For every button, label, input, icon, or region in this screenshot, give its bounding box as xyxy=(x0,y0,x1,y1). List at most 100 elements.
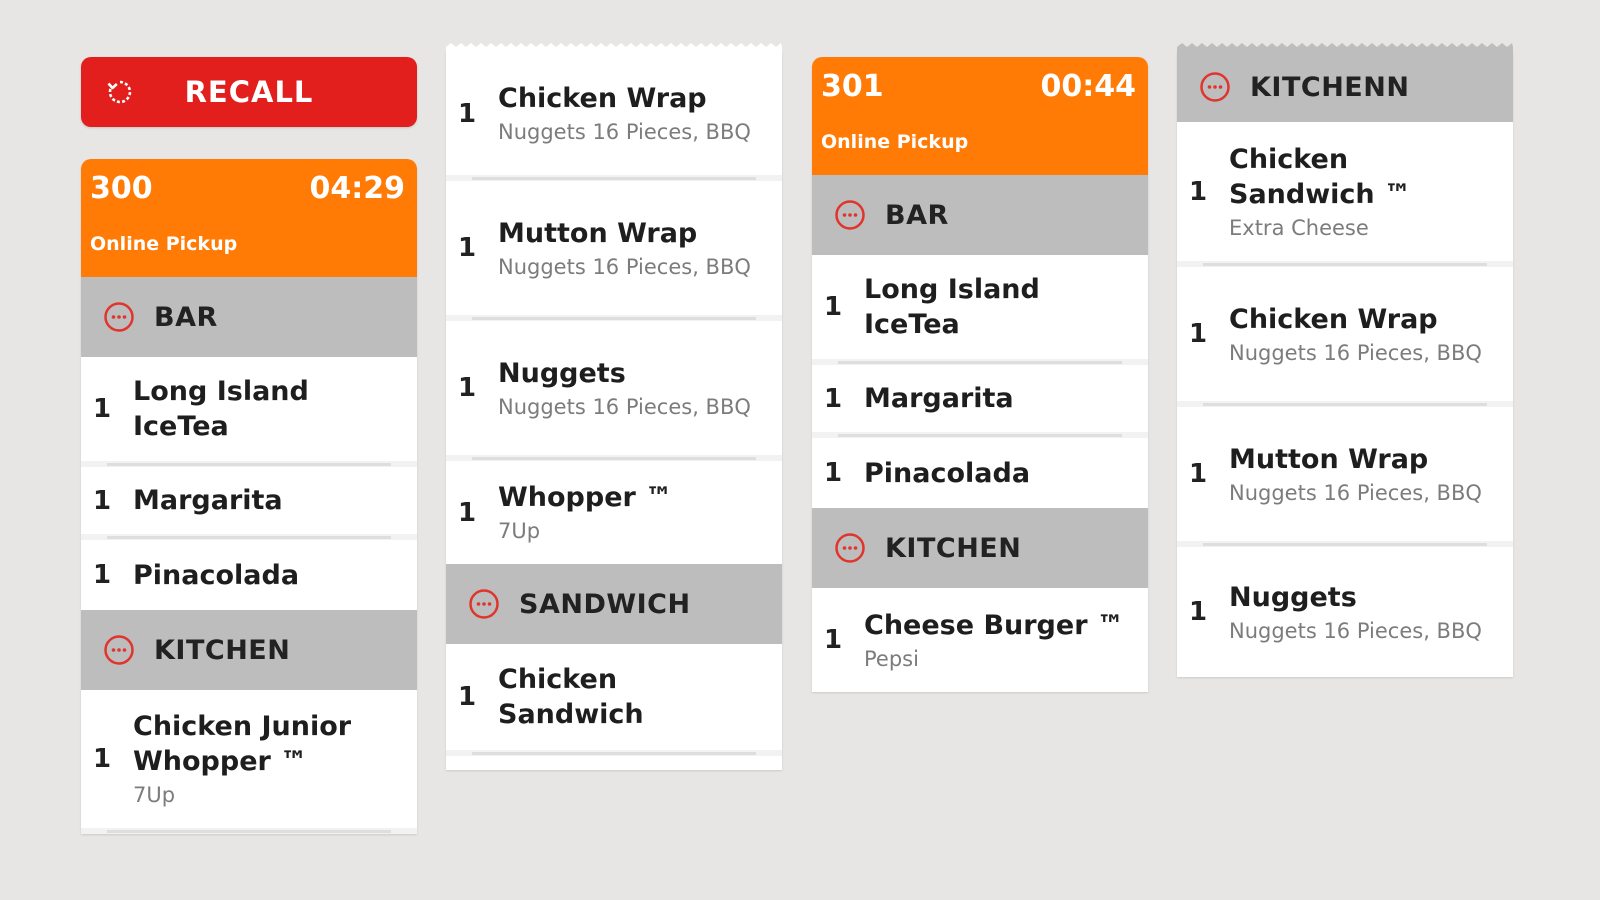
item-name: Mutton Wrap xyxy=(498,217,698,249)
torn-edge-top xyxy=(1177,43,1513,52)
item-name: Chicken Wrap xyxy=(1229,303,1438,335)
item-qty: 1 xyxy=(1189,176,1208,207)
item-name: Nuggets xyxy=(1229,581,1357,613)
item-name: Margarita xyxy=(133,485,283,516)
item-name: Whopper ™ xyxy=(498,482,673,513)
more-dots-circle-icon xyxy=(835,200,865,230)
item-modifier: Nuggets 16 Pieces, BBQ xyxy=(498,120,751,144)
list-item[interactable]: 1 Nuggets Nuggets 16 Pieces, BBQ xyxy=(446,321,782,455)
item-name: Pinacolada xyxy=(133,559,300,591)
section-header-kitchen[interactable]: KITCHENN xyxy=(1177,52,1513,122)
recall-button[interactable]: RECALL xyxy=(81,57,417,127)
item-qty: 1 xyxy=(93,744,112,774)
list-item[interactable]: 1 Nuggets Nuggets 16 Pieces, BBQ xyxy=(1177,547,1513,677)
list-item[interactable]: 1 Margarita xyxy=(812,365,1148,432)
column-3: 301 00:44 Online Pickup BAR 1 Long Islan… xyxy=(812,57,1148,692)
list-item[interactable]: 1 Long Island IceTea xyxy=(81,357,417,461)
order-type: Online Pickup xyxy=(821,131,969,153)
list-item[interactable]: 1 Chicken Junior Whopper ™ 7Up xyxy=(81,690,417,828)
list-item[interactable]: 1 Margarita xyxy=(81,467,417,534)
ticket-300-continued[interactable]: 1 Chicken Wrap Nuggets 16 Pieces, BBQ 1 … xyxy=(446,52,782,770)
ticket-300[interactable]: 300 04:29 Online Pickup BAR 1 Long Islan… xyxy=(81,159,417,834)
list-item[interactable]: 1 Pinacolada xyxy=(81,540,417,610)
refresh-icon xyxy=(107,80,132,104)
item-qty: 1 xyxy=(824,458,843,488)
item-modifier: Nuggets 16 Pieces, BBQ xyxy=(1229,340,1482,365)
item-name: Chicken Wrap xyxy=(498,83,707,114)
item-modifier: Nuggets 16 Pieces, BBQ xyxy=(1229,480,1482,505)
item-name: Nuggets xyxy=(498,357,626,389)
list-item[interactable]: 1 Pinacolada xyxy=(812,438,1148,508)
order-type: Online Pickup xyxy=(90,233,238,255)
torn-edge-top xyxy=(446,43,782,52)
list-item[interactable]: 1 Chicken Sandwich ™ Extra Cheese xyxy=(1177,122,1513,261)
item-name: Chicken Sandwich xyxy=(498,664,644,730)
item-qty: 1 xyxy=(458,233,477,263)
section-label: BAR xyxy=(154,301,218,333)
item-qty: 1 xyxy=(93,560,112,590)
section-header-bar[interactable]: BAR xyxy=(81,277,417,357)
list-item[interactable]: 1 Chicken Sandwich xyxy=(446,644,782,750)
ticket-header: 301 00:44 Online Pickup xyxy=(812,57,1148,175)
ticket-301[interactable]: 301 00:44 Online Pickup BAR 1 Long Islan… xyxy=(812,57,1148,692)
item-qty: 1 xyxy=(1189,319,1208,349)
more-dots-circle-icon xyxy=(104,302,134,332)
column-1: RECALL 300 04:29 Online Pickup BAR 1 Lon… xyxy=(81,57,417,834)
item-qty: 1 xyxy=(1189,459,1208,489)
item-modifier: Pepsi xyxy=(864,646,919,671)
section-header-kitchen[interactable]: KITCHEN xyxy=(812,508,1148,588)
item-name: Chicken Junior Whopper ™ xyxy=(133,711,352,777)
item-modifier: 7Up xyxy=(498,519,541,543)
item-name: Long Island IceTea xyxy=(864,274,1040,340)
more-dots-circle-icon xyxy=(835,533,865,563)
column-4: KITCHENN 1 Chicken Sandwich ™ Extra Chee… xyxy=(1177,42,1513,677)
item-name: Cheese Burger ™ xyxy=(864,609,1124,641)
item-modifier: Nuggets 16 Pieces, BBQ xyxy=(498,254,751,279)
item-name: Mutton Wrap xyxy=(1229,443,1429,475)
section-header-sandwich[interactable]: SANDWICH xyxy=(446,564,782,644)
item-qty: 1 xyxy=(458,373,477,403)
ticket-number: 301 xyxy=(821,69,884,104)
section-label: KITCHENN xyxy=(1250,71,1410,103)
item-modifier: 7Up xyxy=(133,783,176,807)
section-label: KITCHEN xyxy=(154,634,291,666)
list-item[interactable]: 1 Long Island IceTea xyxy=(812,255,1148,359)
list-item[interactable]: 1 Whopper ™ 7Up xyxy=(446,461,782,564)
divider xyxy=(446,750,782,756)
ticket-number: 300 xyxy=(90,171,153,206)
section-header-bar[interactable]: BAR xyxy=(812,175,1148,255)
ticket-301-continued[interactable]: KITCHENN 1 Chicken Sandwich ™ Extra Chee… xyxy=(1177,52,1513,677)
item-modifier: Extra Cheese xyxy=(1229,215,1369,240)
section-label: SANDWICH xyxy=(519,588,691,620)
ticket-timer: 04:29 xyxy=(309,171,406,206)
list-item[interactable]: 1 Cheese Burger ™ Pepsi xyxy=(812,588,1148,692)
ticket-header: 300 04:29 Online Pickup xyxy=(81,159,417,277)
item-modifier: Nuggets 16 Pieces, BBQ xyxy=(498,394,751,419)
recall-label: RECALL xyxy=(184,75,314,109)
item-name: Long Island IceTea xyxy=(133,376,309,442)
divider xyxy=(81,828,417,834)
item-qty: 1 xyxy=(824,292,843,322)
more-dots-circle-icon xyxy=(1200,72,1230,102)
ticket-timer: 00:44 xyxy=(1040,69,1137,104)
item-qty: 1 xyxy=(1189,597,1208,627)
item-qty: 1 xyxy=(824,625,843,655)
item-qty: 1 xyxy=(93,485,112,516)
item-qty: 1 xyxy=(824,383,843,414)
list-item[interactable]: 1 Mutton Wrap Nuggets 16 Pieces, BBQ xyxy=(1177,407,1513,541)
item-qty: 1 xyxy=(458,682,477,712)
list-item[interactable]: 1 Chicken Wrap Nuggets 16 Pieces, BBQ xyxy=(1177,267,1513,401)
item-qty: 1 xyxy=(458,98,477,129)
more-dots-circle-icon xyxy=(104,635,134,665)
section-label: KITCHEN xyxy=(885,532,1022,564)
column-2: 1 Chicken Wrap Nuggets 16 Pieces, BBQ 1 … xyxy=(446,42,782,770)
list-item[interactable]: 1 Mutton Wrap Nuggets 16 Pieces, BBQ xyxy=(446,181,782,315)
ticket-footer xyxy=(446,756,782,770)
item-name: Chicken Sandwich ™ xyxy=(1229,143,1412,210)
item-modifier: Nuggets 16 Pieces, BBQ xyxy=(1229,618,1482,643)
more-dots-circle-icon xyxy=(469,589,499,619)
item-qty: 1 xyxy=(93,394,112,424)
section-label: BAR xyxy=(885,199,949,231)
list-item[interactable]: 1 Chicken Wrap Nuggets 16 Pieces, BBQ xyxy=(446,52,782,175)
section-header-kitchen[interactable]: KITCHEN xyxy=(81,610,417,690)
